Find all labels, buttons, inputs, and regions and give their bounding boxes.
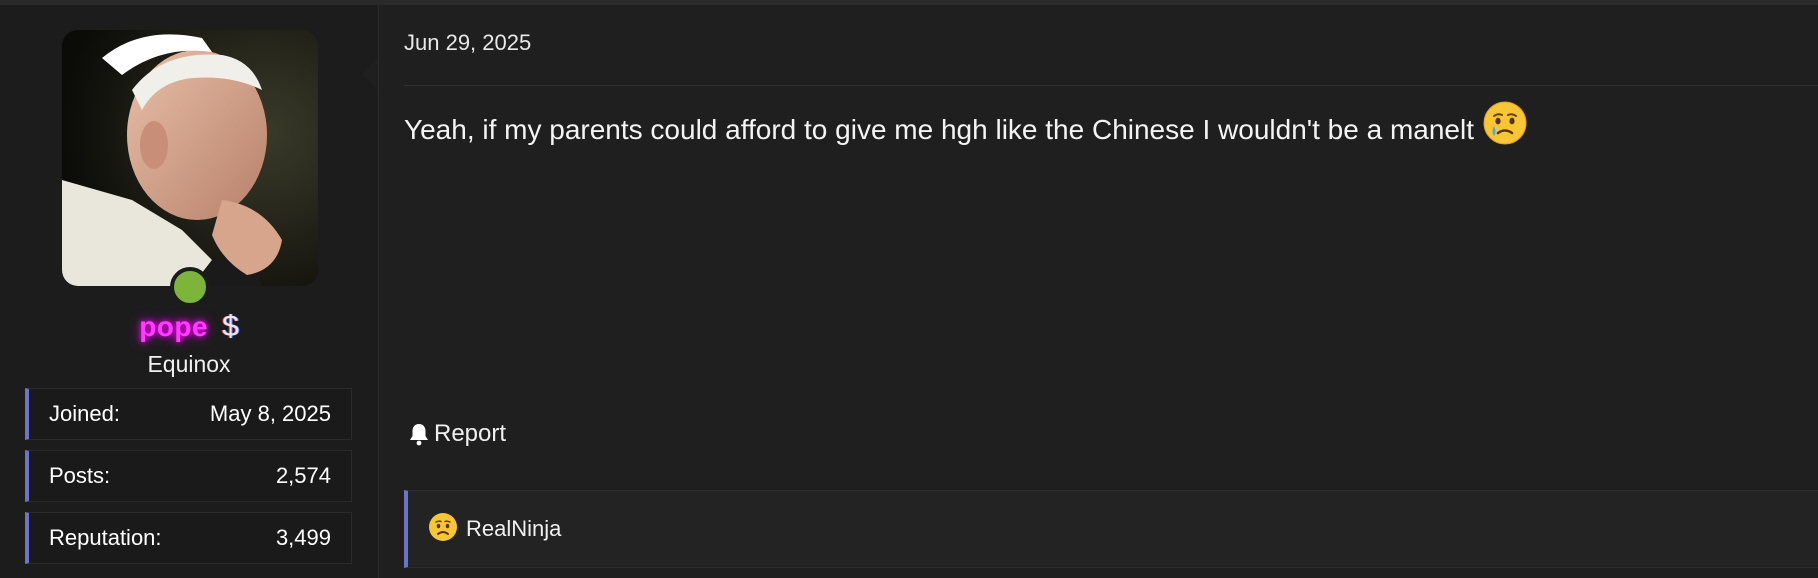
report-button[interactable]: Report: [408, 420, 506, 448]
bell-icon: [410, 424, 428, 446]
avatar[interactable]: [62, 30, 318, 286]
online-status-indicator: [170, 267, 210, 307]
post-divider: [404, 85, 1818, 86]
sad-face-icon: [428, 512, 458, 547]
dollar-badge-icon: $: [222, 310, 239, 343]
post-date[interactable]: Jun 29, 2025: [404, 30, 531, 56]
post-pointer-arrow: [362, 58, 378, 90]
reaction-user-link[interactable]: RealNinja: [466, 516, 561, 542]
username-row: pope $: [0, 307, 378, 347]
post-text: Yeah, if my parents could afford to give…: [404, 113, 1474, 145]
stat-joined: Joined: May 8, 2025: [25, 388, 352, 440]
report-label: Report: [434, 420, 507, 447]
stat-reputation: Reputation: 3,499: [25, 512, 352, 564]
stat-value: 3,499: [275, 525, 331, 550]
user-sidebar: pope $ Equinox Joined: May 8, 2025 Posts:…: [0, 5, 379, 578]
user-title: Equinox: [147, 351, 231, 377]
stat-value: May 8, 2025: [209, 401, 331, 426]
stat-label: Reputation:: [49, 525, 162, 550]
avatar-image: [62, 30, 318, 286]
username[interactable]: pope: [139, 311, 208, 342]
stat-label: Posts:: [49, 463, 111, 488]
reactions-bar[interactable]: RealNinja: [404, 490, 1818, 568]
stat-posts: Posts: 2,574: [25, 450, 352, 502]
post-body: Yeah, if my parents could afford to give…: [404, 101, 1528, 153]
stat-label: Joined:: [49, 401, 120, 426]
crying-face-icon: [1482, 100, 1528, 153]
stat-value: 2,574: [275, 463, 331, 488]
